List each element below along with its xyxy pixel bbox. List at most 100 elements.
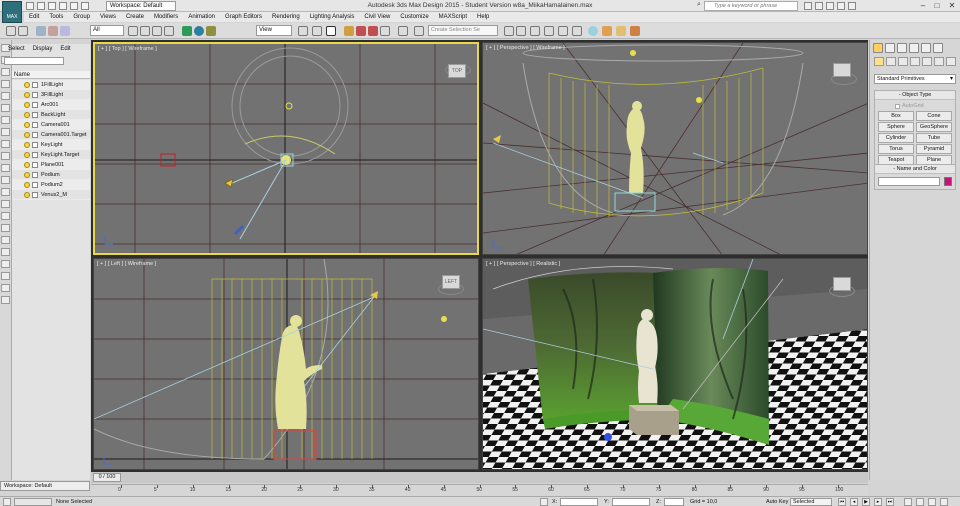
explorer-filter-icon[interactable] bbox=[1, 236, 10, 244]
redo-tool-icon[interactable] bbox=[18, 26, 28, 36]
reference-coordinate-dropdown[interactable]: View bbox=[256, 25, 292, 36]
track-bar[interactable]: 0 5 10 15 20 25 30 35 40 45 50 55 60 65 70 75 80 85 90 95 10… bbox=[91, 484, 868, 496]
explorer-tab-select[interactable]: Select bbox=[8, 46, 25, 52]
explorer-filter-icon[interactable] bbox=[1, 200, 10, 208]
material-editor-icon[interactable] bbox=[588, 26, 598, 36]
display-tab-icon[interactable] bbox=[921, 43, 931, 53]
explorer-filter-icon[interactable] bbox=[1, 296, 10, 304]
named-selection-set-dropdown[interactable]: Create Selection Se bbox=[428, 25, 498, 36]
object-name-input[interactable] bbox=[878, 177, 941, 186]
mirror-icon[interactable] bbox=[414, 26, 424, 36]
rectangular-selection-icon[interactable] bbox=[152, 26, 162, 36]
workspace-dropdown[interactable]: Workspace: Default bbox=[106, 1, 176, 11]
light-bulb-icon[interactable] bbox=[24, 161, 30, 168]
list-item[interactable]: Plane001 bbox=[12, 160, 90, 170]
graphite-ribbon-icon[interactable] bbox=[544, 26, 554, 36]
open-file-icon[interactable] bbox=[37, 2, 45, 10]
create-sphere-button[interactable]: Sphere bbox=[878, 122, 914, 132]
close-button[interactable]: ✕ bbox=[945, 0, 959, 11]
light-bulb-icon[interactable] bbox=[24, 181, 30, 188]
motion-tab-icon[interactable] bbox=[909, 43, 919, 53]
application-menu-button[interactable]: MAX bbox=[2, 1, 22, 23]
rollout-title[interactable]: Name and Color bbox=[875, 165, 955, 174]
explorer-tab-display[interactable]: Display bbox=[33, 46, 53, 52]
select-object-icon[interactable] bbox=[128, 26, 138, 36]
minimize-button[interactable]: – bbox=[916, 0, 930, 11]
list-item[interactable]: Camera001 bbox=[12, 120, 90, 130]
percent-snap-icon[interactable] bbox=[368, 26, 378, 36]
select-by-name-icon[interactable] bbox=[140, 26, 150, 36]
orbit-view-icon[interactable] bbox=[916, 498, 924, 506]
viewport-label[interactable]: [ + ] [ Perspective ] [ Wireframe ] bbox=[486, 45, 565, 51]
redo-icon[interactable] bbox=[70, 2, 78, 10]
viewcube-icon[interactable] bbox=[833, 63, 851, 77]
keyboard-shortcut-override-icon[interactable] bbox=[326, 26, 336, 36]
create-geosphere-button[interactable]: GeoSphere bbox=[916, 122, 952, 132]
pivot-center-icon[interactable] bbox=[298, 26, 308, 36]
schematic-view-icon[interactable] bbox=[572, 26, 582, 36]
viewport-top[interactable]: [ + ] [ Top ] [ Wireframe ] TOP bbox=[93, 42, 479, 255]
modify-tab-icon[interactable] bbox=[885, 43, 895, 53]
menu-maxscript[interactable]: MAXScript bbox=[434, 12, 472, 22]
angle-snap-icon[interactable] bbox=[356, 26, 366, 36]
select-and-rotate-icon[interactable] bbox=[194, 26, 204, 36]
create-cone-button[interactable]: Cone bbox=[916, 111, 952, 121]
curve-editor-icon[interactable] bbox=[558, 26, 568, 36]
menu-create[interactable]: Create bbox=[121, 12, 149, 22]
maxscript-mini-listener[interactable] bbox=[14, 498, 52, 506]
play-icon[interactable]: ▶ bbox=[862, 498, 870, 506]
menu-modifiers[interactable]: Modifiers bbox=[149, 12, 183, 22]
viewport-perspective-realistic[interactable]: [ + ] [ Perspective ] [ Realistic ] bbox=[482, 258, 868, 470]
menu-help[interactable]: Help bbox=[472, 12, 494, 22]
explorer-filter-input[interactable] bbox=[4, 57, 64, 65]
explorer-filter-icon[interactable] bbox=[1, 188, 10, 196]
explorer-filter-icon[interactable] bbox=[1, 68, 10, 76]
viewport-perspective-wireframe[interactable]: [ + ] [ Perspective ] [ Wireframe ] bbox=[482, 42, 868, 255]
render-production-icon[interactable] bbox=[630, 26, 640, 36]
binoculars-icon[interactable] bbox=[804, 2, 812, 10]
light-bulb-icon[interactable] bbox=[24, 101, 30, 108]
explorer-filter-icon[interactable] bbox=[1, 140, 10, 148]
selection-filter-dropdown[interactable]: All bbox=[90, 25, 124, 36]
list-item[interactable]: KeyLight.Target bbox=[12, 150, 90, 160]
light-bulb-icon[interactable] bbox=[24, 111, 30, 118]
select-manipulate-icon[interactable] bbox=[312, 26, 322, 36]
list-item[interactable]: Arc001 bbox=[12, 100, 90, 110]
mirror-tool-icon[interactable] bbox=[504, 26, 514, 36]
systems-icon[interactable] bbox=[946, 57, 956, 66]
explorer-filter-icon[interactable] bbox=[1, 92, 10, 100]
explorer-filter-icon[interactable] bbox=[1, 152, 10, 160]
light-bulb-icon[interactable] bbox=[24, 91, 30, 98]
light-bulb-icon[interactable] bbox=[24, 191, 30, 198]
explorer-filter-icon[interactable] bbox=[1, 224, 10, 232]
subscription-icon[interactable] bbox=[815, 2, 823, 10]
cameras-icon[interactable] bbox=[910, 57, 920, 66]
y-coordinate-field[interactable] bbox=[612, 498, 650, 506]
explorer-filter-icon[interactable] bbox=[1, 104, 10, 112]
unlink-selection-icon[interactable] bbox=[48, 26, 58, 36]
list-item[interactable]: Podium bbox=[12, 170, 90, 180]
list-item[interactable]: 3FillLight bbox=[12, 90, 90, 100]
help-icon[interactable] bbox=[848, 2, 856, 10]
lights-icon[interactable] bbox=[898, 57, 908, 66]
undo-tool-icon[interactable] bbox=[6, 26, 16, 36]
viewport-label[interactable]: [ + ] [ Top ] [ Wireframe ] bbox=[98, 46, 157, 52]
light-bulb-icon[interactable] bbox=[24, 171, 30, 178]
primitive-category-dropdown[interactable]: Standard Primitives bbox=[874, 74, 956, 84]
menu-rendering[interactable]: Rendering bbox=[267, 12, 305, 22]
new-file-icon[interactable] bbox=[26, 2, 34, 10]
undo-icon[interactable] bbox=[59, 2, 67, 10]
menu-views[interactable]: Views bbox=[95, 12, 121, 22]
menu-customize[interactable]: Customize bbox=[395, 12, 433, 22]
viewcube-icon[interactable]: LEFT bbox=[442, 275, 460, 289]
explorer-filter-icon[interactable] bbox=[1, 164, 10, 172]
create-cylinder-button[interactable]: Cylinder bbox=[878, 133, 914, 143]
project-folder-icon[interactable] bbox=[81, 2, 89, 10]
menu-tools[interactable]: Tools bbox=[44, 12, 68, 22]
save-file-icon[interactable] bbox=[48, 2, 56, 10]
list-item[interactable]: BackLight bbox=[12, 110, 90, 120]
create-torus-button[interactable]: Torus bbox=[878, 144, 914, 154]
goto-start-icon[interactable]: ⏮ bbox=[838, 498, 846, 506]
menu-lighting-analysis[interactable]: Lighting Analysis bbox=[305, 12, 360, 22]
search-icon[interactable]: ⌕ bbox=[697, 1, 701, 9]
